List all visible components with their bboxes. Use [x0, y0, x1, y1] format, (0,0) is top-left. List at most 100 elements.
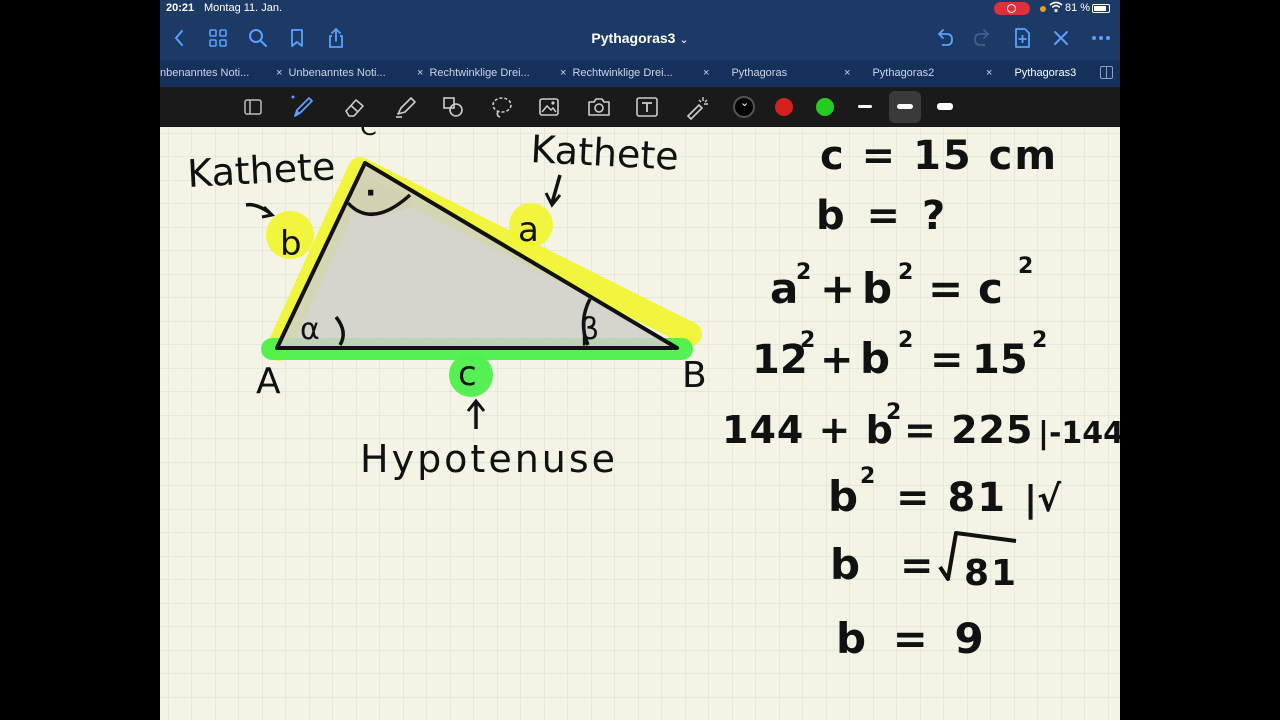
svg-text:=: =: [930, 337, 964, 383]
color-red[interactable]: [775, 98, 793, 116]
given-c-equation: c = 15 cm: [820, 133, 1058, 179]
svg-text:= 81: = 81: [896, 475, 1007, 521]
text-icon[interactable]: [634, 94, 660, 120]
redo-icon[interactable]: [971, 26, 995, 50]
document-tab-bar: nbenanntes Noti... × Unbenanntes Noti... …: [160, 60, 1120, 87]
back-icon[interactable]: [168, 26, 192, 50]
tab-close-icon[interactable]: ×: [560, 67, 566, 79]
microphone-indicator-icon: [1040, 6, 1046, 12]
tab-close-icon[interactable]: ×: [986, 67, 992, 79]
tab-unbenanntes-notiz-2[interactable]: × Unbenanntes Noti...: [276, 60, 410, 87]
svg-text:2: 2: [886, 400, 901, 425]
undo-icon[interactable]: [932, 26, 956, 50]
vertex-b-label: B: [682, 355, 707, 396]
lasso-icon[interactable]: [489, 94, 515, 120]
side-a-label: a: [518, 210, 539, 250]
tab-close-icon[interactable]: ×: [703, 67, 709, 79]
right-angle-dot: ·: [365, 176, 376, 211]
tab-rechtwinklige-dreiecke-1[interactable]: × Rechtwinklige Drei...: [417, 60, 551, 87]
goodnotes-screen: 20:21 Montag 11. Jan. 81 % Pythagoras3 ⌄: [160, 0, 1120, 720]
angle-alpha-label: α: [300, 312, 320, 347]
handwritten-notes: Kathete b Kathete a C · α β A B c Hypote…: [160, 127, 1120, 720]
tab-rechtwinklige-dreiecke-2[interactable]: × Rechtwinklige Drei...: [560, 60, 694, 87]
tab-label: Rechtwinklige Drei...: [572, 67, 673, 79]
svg-text:2: 2: [898, 260, 913, 285]
page-view-icon[interactable]: [240, 94, 266, 120]
svg-text:81: 81: [964, 553, 1018, 594]
pen-icon[interactable]: [290, 94, 316, 120]
svg-text:c: c: [978, 264, 1003, 313]
eraser-icon[interactable]: [342, 94, 368, 120]
svg-text:=: =: [928, 264, 963, 313]
more-icon[interactable]: [1089, 26, 1113, 50]
tab-label: Pythagoras2: [872, 67, 935, 79]
laser-pointer-icon[interactable]: [684, 94, 710, 121]
svg-text:15: 15: [972, 337, 1028, 383]
svg-text:+: +: [820, 337, 854, 383]
tab-label: Unbenanntes Noti...: [288, 67, 386, 79]
svg-text:2: 2: [1018, 254, 1033, 279]
svg-text:= 225: = 225: [904, 408, 1033, 452]
chevron-down-icon[interactable]: ⌄: [679, 34, 688, 46]
tab-pythagoras[interactable]: × Pythagoras: [703, 60, 833, 87]
svg-text:b: b: [830, 540, 860, 589]
grid-icon[interactable]: [206, 26, 230, 50]
split-view-icon[interactable]: [1100, 66, 1113, 79]
wifi-icon: [1049, 1, 1063, 16]
side-b-label: b: [280, 224, 302, 264]
tab-label: nbenanntes Noti...: [160, 67, 250, 79]
tab-pythagoras3[interactable]: × Pythagoras3: [986, 60, 1098, 87]
image-icon[interactable]: [536, 94, 562, 120]
stroke-thick[interactable]: [937, 103, 953, 110]
svg-text:144 + b: 144 + b: [722, 408, 894, 452]
battery-icon: [1092, 4, 1110, 13]
battery-percent: 81 %: [1065, 2, 1091, 14]
result-equation: b = 9: [836, 614, 990, 663]
stroke-medium[interactable]: [897, 104, 913, 109]
svg-text:|√: |√: [1024, 479, 1062, 520]
shapes-icon[interactable]: [440, 94, 466, 120]
tab-label: Pythagoras: [731, 67, 788, 79]
drawing-toolbar: [160, 87, 1120, 127]
highlighter-icon[interactable]: [392, 94, 418, 120]
kathete-right-label: Kathete: [530, 127, 680, 179]
close-icon[interactable]: [1049, 26, 1073, 50]
document-title[interactable]: Pythagoras3: [591, 30, 675, 46]
tab-pythagoras2[interactable]: × Pythagoras2: [844, 60, 974, 87]
camera-icon[interactable]: [586, 94, 612, 120]
svg-text:b: b: [828, 472, 858, 521]
status-date: Montag 11. Jan.: [204, 2, 283, 14]
stroke-thin[interactable]: [858, 105, 872, 108]
tab-close-icon[interactable]: ×: [844, 67, 850, 79]
tab-unbenanntes-notiz-1[interactable]: nbenanntes Noti...: [160, 60, 268, 87]
vertex-c-label: C: [360, 127, 377, 141]
color-black-selected[interactable]: [733, 96, 755, 118]
screen-recording-icon[interactable]: [994, 2, 1030, 15]
svg-text:a: a: [770, 264, 798, 313]
vertex-a-label: A: [256, 361, 281, 402]
document-nav-bar: Pythagoras3 ⌄: [160, 18, 1120, 60]
add-page-icon[interactable]: [1010, 26, 1034, 50]
angle-beta-label: β: [580, 312, 599, 347]
svg-text:b: b: [862, 264, 892, 313]
share-icon[interactable]: [324, 26, 348, 50]
kathete-left-label: Kathete: [186, 144, 336, 196]
svg-text:2: 2: [860, 464, 875, 489]
svg-text:+: +: [820, 264, 855, 313]
svg-text:2: 2: [796, 260, 811, 285]
note-page[interactable]: Kathete b Kathete a C · α β A B c Hypote…: [160, 127, 1120, 720]
side-c-label: c: [458, 354, 477, 394]
tab-close-icon[interactable]: ×: [417, 67, 423, 79]
tab-label: Rechtwinklige Drei...: [429, 67, 530, 79]
unknown-b-equation: b = ?: [816, 193, 949, 239]
svg-text:2: 2: [1032, 328, 1047, 353]
tab-close-icon[interactable]: ×: [276, 67, 282, 79]
search-icon[interactable]: [246, 26, 270, 50]
svg-text:|-144: |-144: [1038, 416, 1120, 451]
svg-text:b: b: [860, 334, 890, 383]
color-green[interactable]: [816, 98, 834, 116]
hypotenuse-label: Hypotenuse: [360, 437, 618, 481]
svg-text:=: =: [900, 543, 934, 589]
svg-text:2: 2: [800, 328, 815, 353]
bookmark-icon[interactable]: [285, 26, 309, 50]
